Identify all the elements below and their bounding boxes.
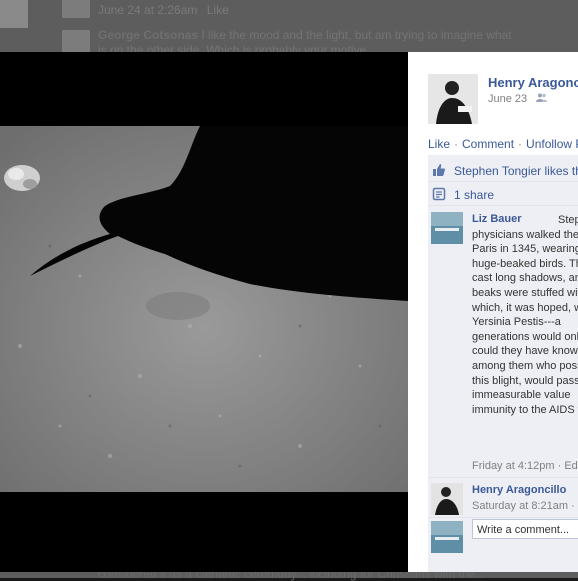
shares-link[interactable]: 1 share xyxy=(454,188,494,202)
background-comment-meta: June 24 at 2:26am Like xyxy=(98,3,229,17)
post-date: June 23 xyxy=(488,93,548,105)
post-date-link[interactable]: June 23 xyxy=(488,93,527,105)
likes-text: Stephen Tongier likes this. xyxy=(454,164,578,178)
post-actions: Like·Comment·Unfollow Post xyxy=(428,137,578,151)
background-timestamp: June 24 at 2:26am xyxy=(98,3,198,17)
comment-link[interactable]: Comment xyxy=(462,137,514,151)
background-avatar xyxy=(0,0,28,28)
comment-timestamp[interactable]: Friday at 4:12pm · Edited xyxy=(472,460,578,472)
background-avatar xyxy=(62,0,90,18)
commenter-name[interactable]: Henry Aragoncillo xyxy=(472,484,566,496)
stone-detail xyxy=(4,165,40,191)
background-comment-author: George Cotsonas xyxy=(98,28,199,42)
background-commenter-avatar xyxy=(62,30,90,54)
author-name[interactable]: Henry Aragoncillo xyxy=(488,75,578,90)
author-avatar[interactable] xyxy=(428,74,478,124)
photo[interactable] xyxy=(0,126,408,492)
feedback-section: Stephen Tongier likes this. 1 share Liz … xyxy=(428,155,578,572)
photo-image xyxy=(0,126,408,492)
photo-info-panel: Henry Aragoncillo June 23 Like·Comment·U… xyxy=(408,52,578,572)
like-link[interactable]: Like xyxy=(428,137,450,151)
write-comment-input[interactable]: Write a comment... xyxy=(472,519,578,539)
commenter-avatar[interactable] xyxy=(431,212,463,244)
unfollow-post-link[interactable]: Unfollow Post xyxy=(526,137,578,151)
thumbs-up-icon xyxy=(432,163,446,180)
background-comment-text: I like the mood and the light, but am tr… xyxy=(201,28,512,42)
background-like-link: Like xyxy=(206,3,229,17)
liker-link[interactable]: Stephen Tongier likes this. xyxy=(454,164,578,178)
current-user-avatar xyxy=(431,521,463,553)
friends-icon[interactable] xyxy=(536,93,548,105)
commenter-avatar[interactable] xyxy=(431,483,463,515)
comment-body: Stephen ... physicians walked the street… xyxy=(472,214,578,416)
share-icon xyxy=(432,187,446,204)
comment-timestamp[interactable]: Saturday at 8:21am · Like xyxy=(472,500,578,512)
